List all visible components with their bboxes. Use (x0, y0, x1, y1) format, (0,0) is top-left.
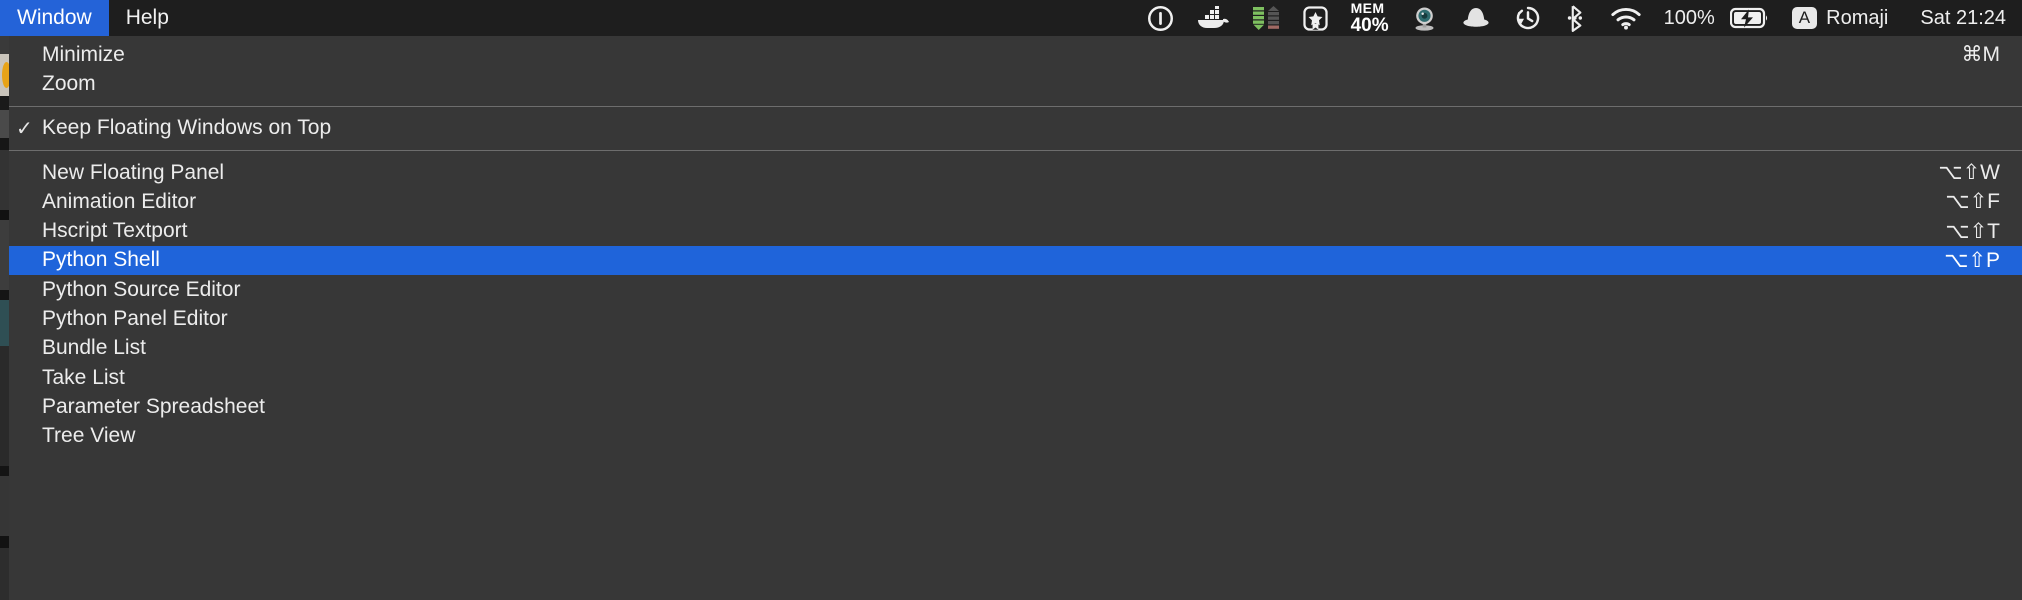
docker-whale-icon[interactable] (1185, 0, 1241, 36)
input-source-name: Romaji (1826, 6, 1889, 29)
webcam-icon[interactable] (1400, 0, 1449, 36)
menu-bar: Window Help MEM 40% 100% A Romaji Sat 21… (0, 0, 2022, 36)
memory-value: 40% (1350, 15, 1389, 36)
menu-item-zoom-label: Zoom (42, 71, 96, 95)
battery-percent-text: 100% (1663, 6, 1715, 29)
menubar-item-window[interactable]: Window (0, 0, 109, 36)
window-menu-dropdown: Minimize ⌘M Zoom ✓ Keep Floating Windows… (9, 36, 2022, 600)
menu-item-keep-floating-windows-on-top-label: Keep Floating Windows on Top (42, 116, 332, 140)
wifi-icon[interactable] (1599, 0, 1653, 36)
menu-item-minimize-shortcut: ⌘M (1961, 43, 2001, 67)
battery-charging-icon[interactable] (1726, 0, 1781, 36)
menu-item-bundle-list-label: Bundle List (42, 336, 146, 360)
menu-item-zoom[interactable]: Zoom (9, 69, 2022, 98)
menu-item-keep-floating-windows-on-top[interactable]: ✓ Keep Floating Windows on Top (9, 114, 2022, 143)
menu-item-parameter-spreadsheet[interactable]: Parameter Spreadsheet (9, 392, 2022, 421)
menu-item-animation-editor[interactable]: Animation Editor ⌥⇧F (9, 187, 2022, 216)
menubar-item-help-label: Help (125, 6, 169, 29)
menu-item-animation-editor-shortcut: ⌥⇧F (1945, 190, 2000, 214)
input-source-indicator[interactable]: A Romaji (1781, 0, 1900, 36)
time-machine-icon[interactable] (1503, 0, 1553, 36)
battery-percent-label[interactable]: 100% (1653, 0, 1726, 36)
clock-label: Sat 21:24 (1920, 6, 2006, 29)
background-app-sliver (0, 36, 9, 600)
menu-separator-2 (9, 149, 2022, 151)
menu-item-hscript-textport-shortcut: ⌥⇧T (1945, 219, 2000, 243)
input-source-badge: A (1791, 7, 1818, 29)
menu-item-take-list-label: Take List (42, 365, 125, 389)
menu-item-animation-editor-label: Animation Editor (42, 189, 197, 213)
background-orange-blob (2, 62, 9, 88)
menu-item-tree-view-label: Tree View (42, 424, 136, 448)
screen: Window Help MEM 40% 100% A Romaji Sat 21… (0, 0, 2022, 600)
menubar-item-help[interactable]: Help (109, 0, 186, 36)
menu-item-hscript-textport-label: Hscript Textport (42, 219, 188, 243)
clock[interactable]: Sat 21:24 (1899, 0, 2008, 36)
menu-item-hscript-textport[interactable]: Hscript Textport ⌥⇧T (9, 216, 2022, 245)
bookmark-star-icon[interactable] (1291, 0, 1340, 36)
menu-group-window-actions: Minimize ⌘M Zoom (9, 40, 2022, 99)
menu-item-python-shell-shortcut: ⌥⇧P (1944, 248, 2000, 272)
menu-item-python-shell[interactable]: Python Shell ⌥⇧P (9, 245, 2022, 276)
menu-item-python-panel-editor[interactable]: Python Panel Editor (9, 304, 2022, 333)
menu-item-parameter-spreadsheet-label: Parameter Spreadsheet (42, 394, 265, 418)
menu-item-take-list[interactable]: Take List (9, 363, 2022, 392)
network-stats-icon[interactable] (1241, 0, 1291, 36)
menu-item-bundle-list[interactable]: Bundle List (9, 334, 2022, 363)
memory-label: MEM (1350, 0, 1385, 16)
bowler-hat-icon[interactable] (1449, 0, 1503, 36)
menubar-item-window-label: Window (17, 6, 92, 29)
bluetooth-icon[interactable] (1553, 0, 1599, 36)
menu-item-python-source-editor[interactable]: Python Source Editor (9, 275, 2022, 304)
menu-group-panels: New Floating Panel ⌥⇧W Animation Editor … (9, 158, 2022, 451)
menu-item-minimize-label: Minimize (42, 42, 125, 66)
menu-item-tree-view[interactable]: Tree View (9, 422, 2022, 451)
checkmark-icon: ✓ (16, 117, 33, 140)
menu-item-minimize[interactable]: Minimize ⌘M (9, 40, 2022, 69)
memory-indicator[interactable]: MEM 40% (1340, 0, 1400, 36)
menu-group-floating: ✓ Keep Floating Windows on Top (9, 114, 2022, 143)
menu-item-python-panel-editor-label: Python Panel Editor (42, 307, 228, 331)
menu-item-new-floating-panel-shortcut: ⌥⇧W (1938, 161, 2000, 185)
menu-bar-items: Window Help (0, 0, 186, 36)
menu-item-new-floating-panel-label: New Floating Panel (42, 160, 225, 184)
menu-bar-tray: MEM 40% 100% A Romaji Sat 21:24 (1136, 0, 2022, 36)
circle-power-icon[interactable] (1136, 0, 1185, 36)
menu-separator-1 (9, 105, 2022, 107)
menu-item-new-floating-panel[interactable]: New Floating Panel ⌥⇧W (9, 158, 2022, 187)
menu-item-python-shell-label: Python Shell (42, 248, 160, 272)
menu-item-python-source-editor-label: Python Source Editor (42, 277, 241, 301)
